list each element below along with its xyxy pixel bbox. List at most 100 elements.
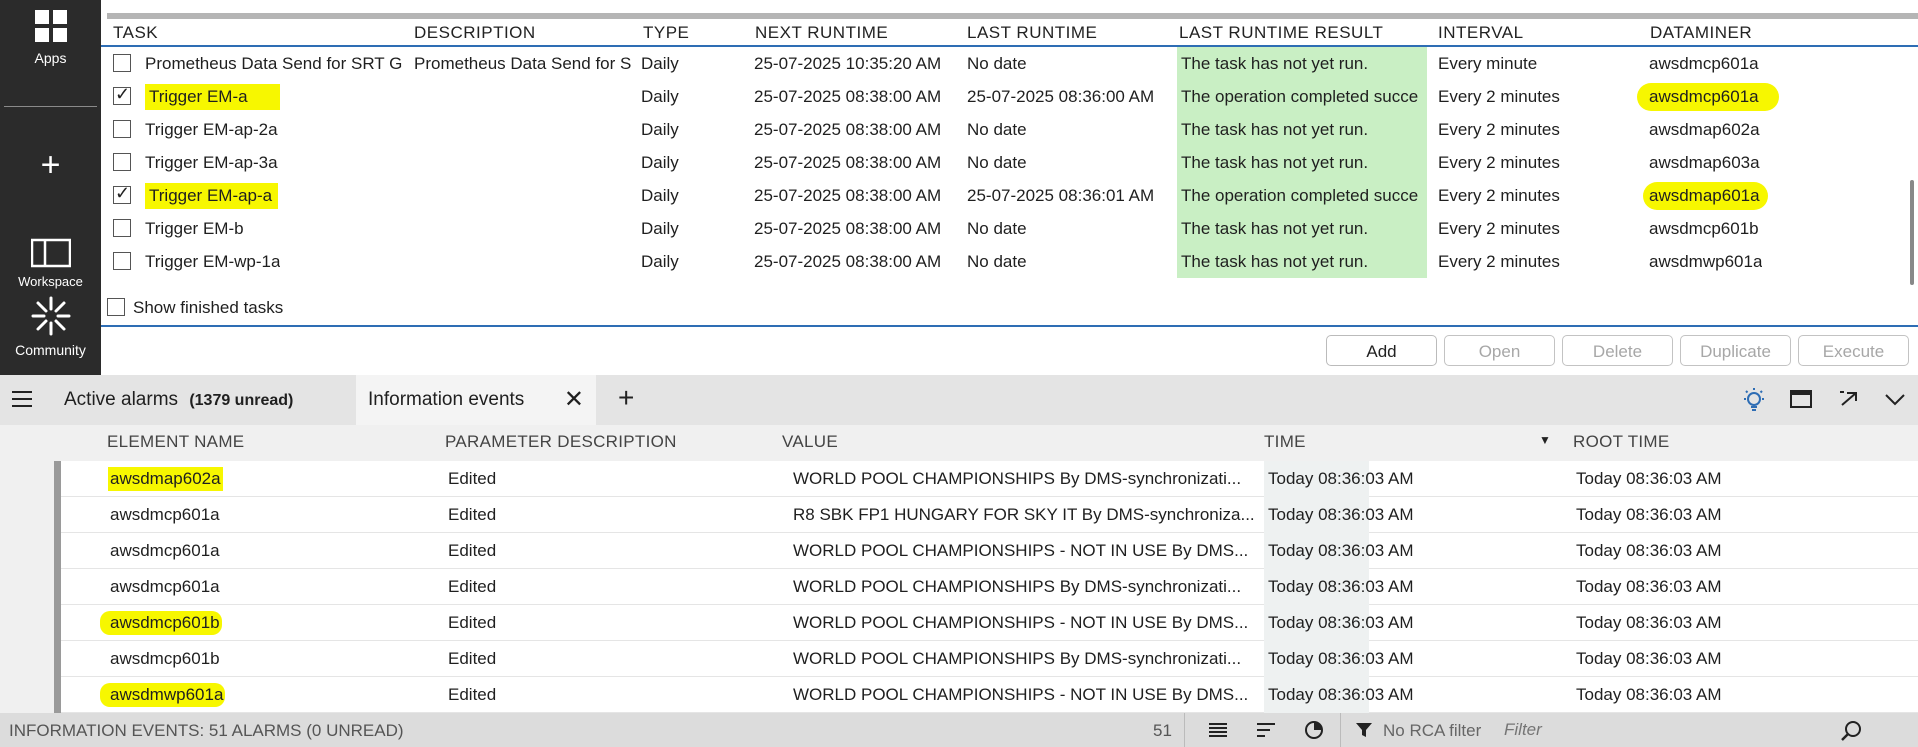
header-last-runtime-result[interactable]: LAST RUNTIME RESULT [1179, 23, 1383, 43]
task-next-runtime: 25-07-2025 08:38:00 AM [754, 186, 942, 205]
row-severity-bar [54, 677, 61, 713]
task-checkbox[interactable] [113, 153, 131, 171]
header-root-time[interactable]: ROOT TIME [1573, 432, 1670, 452]
status-divider [1184, 713, 1185, 747]
task-next-runtime: 25-07-2025 08:38:00 AM [754, 219, 942, 238]
task-last-runtime: No date [967, 120, 1027, 139]
add-task-button[interactable]: Add [1326, 335, 1437, 366]
task-last-runtime: No date [967, 252, 1027, 271]
plus-icon: + [40, 146, 61, 184]
sort-desc-icon[interactable]: ▼ [1539, 433, 1551, 447]
sidebar-divider [4, 106, 97, 107]
header-time[interactable]: TIME [1264, 432, 1306, 452]
filter-input[interactable] [1502, 716, 1831, 744]
community-label: Community [15, 342, 86, 358]
header-task[interactable]: TASK [113, 23, 158, 43]
event-element-name: awsdmcp601a [110, 505, 220, 524]
tab-information-events[interactable]: Information events ✕ [356, 375, 596, 425]
search-icon[interactable] [1840, 720, 1862, 747]
task-result-cell: The task has not yet run. [1177, 113, 1427, 147]
community-icon [31, 296, 70, 336]
task-checkbox[interactable] [113, 120, 131, 138]
event-row[interactable]: awsdmcp601a Edited WORLD POOL CHAMPIONSH… [54, 569, 1918, 605]
task-result: The operation completed succe [1181, 87, 1419, 106]
task-result-cell: The task has not yet run. [1177, 146, 1427, 180]
task-result: The task has not yet run. [1181, 153, 1369, 172]
apps-button[interactable]: Apps [0, 8, 101, 66]
plus-icon[interactable]: + [618, 384, 634, 412]
popout-icon[interactable] [1838, 389, 1860, 414]
task-checkbox[interactable] [113, 84, 131, 105]
add-button[interactable]: + [0, 148, 101, 182]
task-type: Daily [641, 54, 679, 73]
header-element-name[interactable]: ELEMENT NAME [107, 432, 244, 452]
duplicate-task-button[interactable]: Duplicate [1680, 335, 1791, 366]
event-root-time: Today 08:36:03 AM [1576, 649, 1722, 668]
task-row[interactable]: Trigger EM-a Daily 25-07-2025 08:38:00 A… [101, 80, 1918, 114]
task-last-runtime: 25-07-2025 08:36:00 AM [967, 87, 1155, 106]
sort-icon[interactable] [1256, 721, 1276, 744]
task-dataminer: awsdmcp601a [1637, 83, 1779, 111]
event-parameter: Edited [448, 613, 497, 632]
header-description[interactable]: DESCRIPTION [414, 23, 536, 43]
execute-task-button[interactable]: Execute [1798, 335, 1909, 366]
event-row[interactable]: awsdmcp601b Edited WORLD POOL CHAMPIONSH… [54, 605, 1918, 641]
tab-active-alarms[interactable]: Active alarms (1379 unread) [50, 375, 354, 425]
open-task-button[interactable]: Open [1444, 335, 1555, 366]
event-root-time: Today 08:36:03 AM [1576, 685, 1722, 704]
task-interval: Every 2 minutes [1438, 153, 1560, 172]
rca-filter-label[interactable]: No RCA filter [1383, 721, 1481, 741]
task-result: The task has not yet run. [1181, 120, 1369, 139]
header-dataminer[interactable]: DATAMINER [1650, 23, 1752, 43]
event-row[interactable]: awsdmap602a Edited WORLD POOL CHAMPIONSH… [54, 461, 1918, 497]
window-icon[interactable] [1790, 389, 1812, 414]
close-icon[interactable]: ✕ [564, 375, 584, 425]
event-row[interactable]: awsdmcp601a Edited WORLD POOL CHAMPIONSH… [54, 533, 1918, 569]
event-time: Today 08:36:03 AM [1268, 469, 1414, 488]
task-checkbox[interactable] [113, 183, 131, 204]
task-checkbox[interactable] [113, 219, 131, 237]
task-checkbox[interactable] [113, 252, 131, 270]
event-root-time: Today 08:36:03 AM [1576, 505, 1722, 524]
task-row[interactable]: Trigger EM-ap-a Daily 25-07-2025 08:38:0… [101, 179, 1918, 213]
scrollbar-thumb[interactable] [1910, 180, 1914, 285]
event-parameter: Edited [448, 685, 497, 704]
header-value[interactable]: VALUE [782, 432, 838, 452]
unread-count: (1379 unread) [189, 392, 294, 409]
clock-icon[interactable] [1304, 720, 1324, 745]
task-row[interactable]: Trigger EM-wp-1a Daily 25-07-2025 08:38:… [101, 245, 1918, 279]
lightbulb-icon[interactable] [1741, 387, 1767, 418]
hamburger-icon[interactable] [10, 387, 34, 416]
workspace-button[interactable]: Workspace [0, 238, 101, 289]
header-next-runtime[interactable]: NEXT RUNTIME [755, 23, 888, 43]
community-button[interactable]: Community [0, 294, 101, 358]
event-row[interactable]: awsdmcp601b Edited WORLD POOL CHAMPIONSH… [54, 641, 1918, 677]
event-row[interactable]: awsdmcp601a Edited R8 SBK FP1 HUNGARY FO… [54, 497, 1918, 533]
header-parameter-description[interactable]: PARAMETER DESCRIPTION [445, 432, 677, 452]
header-last-runtime[interactable]: LAST RUNTIME [967, 23, 1097, 43]
task-row[interactable]: Trigger EM-b Daily 25-07-2025 08:38:00 A… [101, 212, 1918, 246]
apps-label: Apps [34, 50, 67, 66]
status-count: 51 [1153, 721, 1172, 740]
show-finished-checkbox[interactable] [107, 298, 125, 316]
header-interval[interactable]: INTERVAL [1438, 23, 1524, 43]
row-severity-bar [54, 461, 61, 497]
event-time: Today 08:36:03 AM [1268, 613, 1414, 632]
delete-task-button[interactable]: Delete [1562, 335, 1673, 366]
task-row[interactable]: Trigger EM-ap-3a Daily 25-07-2025 08:38:… [101, 146, 1918, 180]
task-row[interactable]: Trigger EM-ap-2a Daily 25-07-2025 08:38:… [101, 113, 1918, 147]
event-time: Today 08:36:03 AM [1268, 649, 1414, 668]
task-result: The task has not yet run. [1181, 219, 1369, 238]
task-result-cell: The operation completed succe [1177, 80, 1427, 114]
task-last-runtime: No date [967, 54, 1027, 73]
show-finished-toggle[interactable]: Show finished tasks [107, 298, 283, 318]
filter-icon[interactable] [1355, 721, 1373, 744]
event-element-name: awsdmcp601b [110, 649, 220, 668]
list-icon[interactable] [1208, 721, 1228, 744]
task-row[interactable]: Prometheus Data Send for SRT G Prometheu… [101, 47, 1918, 81]
event-row[interactable]: awsdmwp601a Edited WORLD POOL CHAMPIONSH… [54, 677, 1918, 713]
header-type[interactable]: TYPE [643, 23, 689, 43]
task-checkbox[interactable] [113, 54, 131, 72]
event-element-name: awsdmcp601a [110, 541, 220, 560]
chevron-down-icon[interactable] [1884, 391, 1906, 412]
